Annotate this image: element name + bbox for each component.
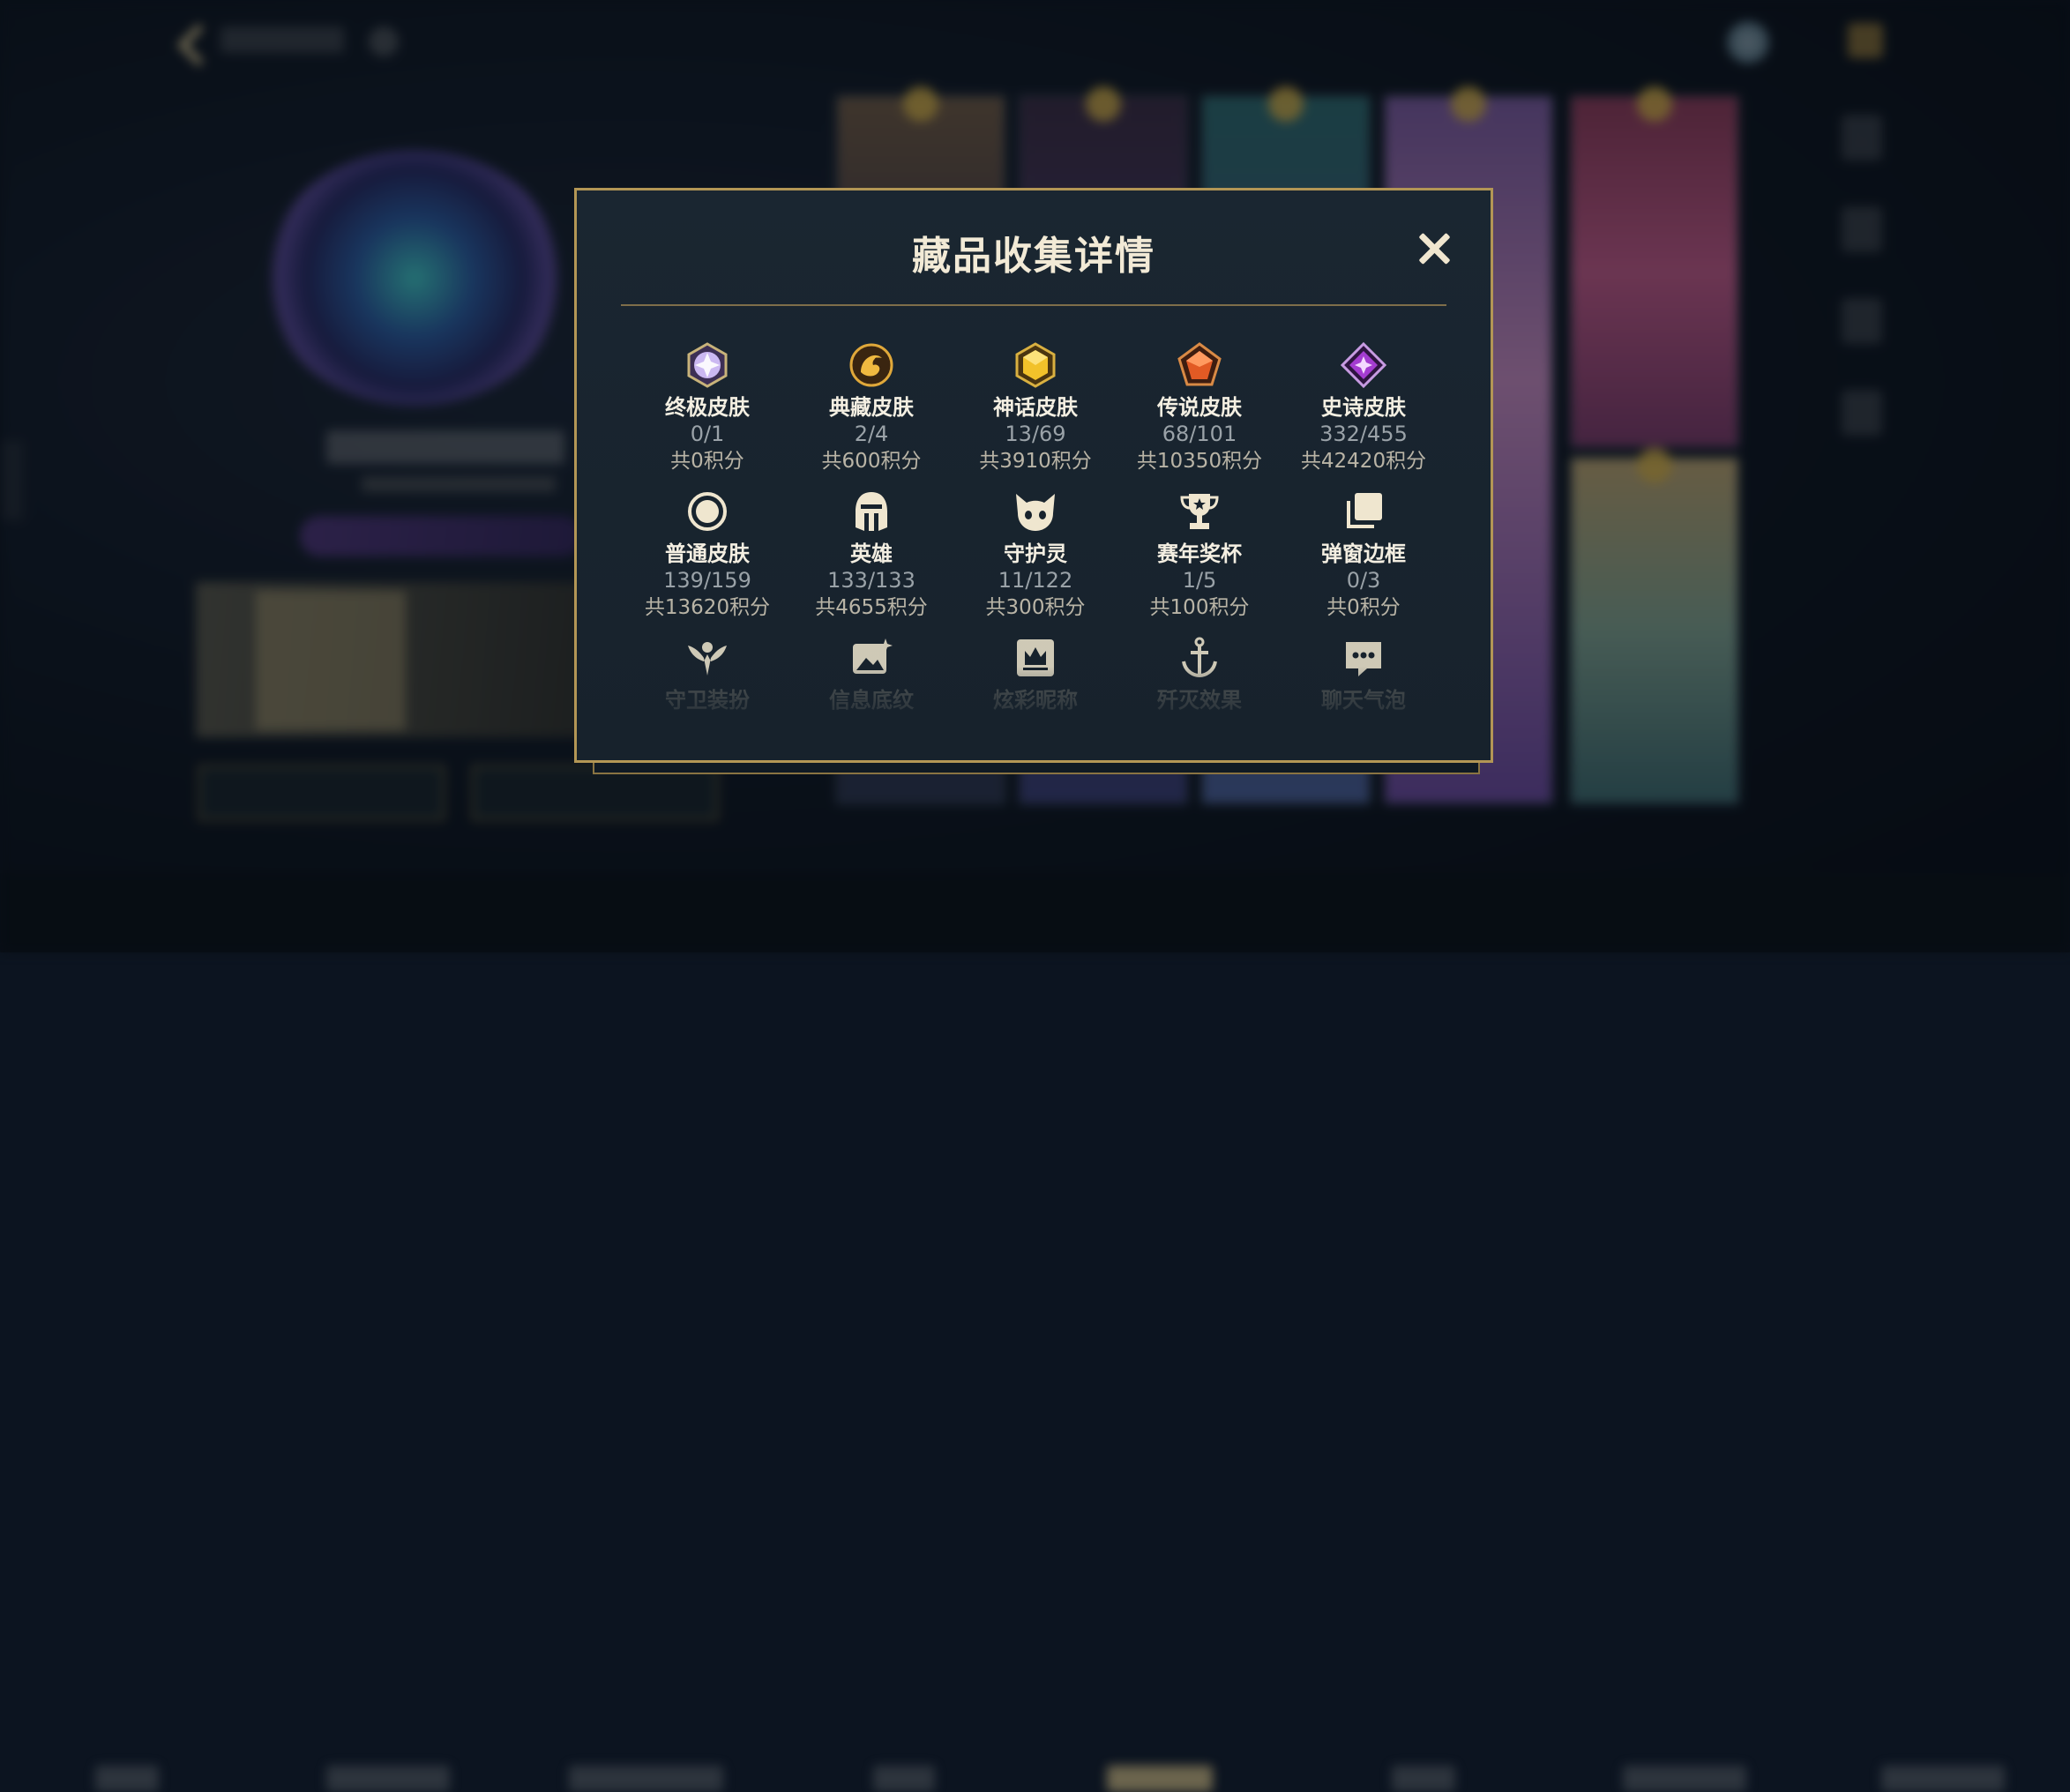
collection-item-season-trophy[interactable]: 赛年奖杯 1/5 共100积分	[1117, 489, 1282, 622]
bottom-tab[interactable]	[569, 1766, 723, 1792]
collection-item-epic-skin[interactable]: 史诗皮肤 332/455 共42420积分	[1282, 341, 1446, 475]
trophy-icon	[1177, 489, 1222, 534]
helmet-icon	[848, 489, 894, 534]
item-label: 聊天气泡	[1321, 688, 1406, 713]
item-points: 共13620积分	[644, 596, 771, 619]
bottom-tab[interactable]	[873, 1766, 935, 1792]
guardian-wings-icon	[684, 635, 730, 681]
item-label: 炫彩昵称	[993, 688, 1078, 713]
bottom-tab-active[interactable]	[1107, 1766, 1213, 1792]
collection-item-popup-frame[interactable]: 弹窗边框 0/3 共0积分	[1282, 489, 1446, 622]
bottom-tab[interactable]	[1392, 1766, 1455, 1792]
item-label: 终极皮肤	[665, 395, 750, 420]
item-points: 共0积分	[1326, 596, 1401, 619]
dragon-emblem-icon	[848, 342, 894, 388]
anchor-icon	[1177, 635, 1222, 681]
item-points: 共10350积分	[1136, 450, 1263, 473]
item-count: 1/5	[1182, 568, 1217, 593]
bottom-tab[interactable]	[1623, 1766, 1746, 1792]
item-points: 共300积分	[985, 596, 1086, 619]
item-count: 0/3	[1346, 568, 1381, 593]
item-count: 2/4	[854, 422, 889, 446]
mythic-gem-icon	[1013, 342, 1058, 388]
item-count: 139/159	[663, 568, 751, 593]
item-label: 守卫装扮	[665, 688, 750, 713]
item-count: 133/133	[827, 568, 915, 593]
item-points: 共4655积分	[815, 596, 928, 619]
epic-gem-icon	[1340, 341, 1387, 389]
item-label: 信息底纹	[829, 688, 914, 713]
collection-item-ultimate-skin[interactable]: 终极皮肤 0/1 共0积分	[625, 342, 789, 475]
item-label: 史诗皮肤	[1321, 395, 1406, 420]
close-icon[interactable]	[1415, 229, 1453, 268]
bottom-tab[interactable]	[95, 1766, 159, 1792]
item-count: 0/1	[690, 422, 725, 446]
item-label: 弹窗边框	[1321, 541, 1406, 566]
item-count: 332/455	[1319, 422, 1408, 446]
item-count: 13/69	[1005, 422, 1066, 446]
collection-item-chat-bubble[interactable]: 聊天气泡	[1282, 635, 1446, 713]
collection-item-kill-effect[interactable]: 歼灭效果	[1117, 635, 1282, 713]
title-divider	[621, 304, 1446, 306]
cat-spirit-icon	[1013, 489, 1058, 534]
ultimate-gem-icon	[684, 342, 730, 388]
collection-item-legendary-skin[interactable]: 传说皮肤 68/101 共10350积分	[1117, 342, 1282, 475]
collection-item-normal-skin[interactable]: 普通皮肤 139/159 共13620积分	[625, 489, 789, 622]
collection-details-dialog: 藏品收集详情 终极皮肤 0/1 共0积分 典藏皮肤 2/4 共600积分 神话皮…	[574, 188, 1493, 763]
item-label: 神话皮肤	[993, 395, 1078, 420]
item-count: 11/122	[998, 568, 1073, 593]
image-sparkle-icon	[848, 635, 894, 681]
item-label: 赛年奖杯	[1157, 541, 1242, 566]
legend-gem-icon	[1177, 342, 1222, 388]
item-points: 共0积分	[670, 450, 744, 473]
circle-icon	[684, 489, 730, 534]
item-points: 共42420积分	[1300, 450, 1427, 473]
collection-item-colorful-nickname[interactable]: 炫彩昵称	[953, 635, 1117, 713]
item-label: 普通皮肤	[665, 541, 750, 566]
collection-item-guardian-spirit[interactable]: 守护灵 11/122 共300积分	[953, 489, 1117, 622]
collection-item-guard-outfit[interactable]: 守卫装扮	[625, 635, 789, 713]
item-label: 守护灵	[1004, 541, 1067, 566]
collection-item-hero[interactable]: 英雄 133/133 共4655积分	[789, 489, 953, 622]
item-points: 共3910积分	[979, 450, 1092, 473]
bottom-tab[interactable]	[326, 1766, 450, 1792]
item-count: 68/101	[1162, 422, 1237, 446]
collection-item-mythic-skin[interactable]: 神话皮肤 13/69 共3910积分	[953, 342, 1117, 475]
dialog-title: 藏品收集详情	[912, 234, 1155, 279]
item-label: 歼灭效果	[1157, 688, 1242, 713]
collection-item-info-background[interactable]: 信息底纹	[789, 635, 953, 713]
crown-nameplate-icon	[1013, 635, 1058, 681]
collection-item-collector-skin[interactable]: 典藏皮肤 2/4 共600积分	[789, 342, 953, 475]
stacked-frames-icon	[1341, 489, 1386, 534]
item-label: 英雄	[850, 541, 893, 566]
item-points: 共100积分	[1149, 596, 1250, 619]
chat-bubble-icon	[1341, 635, 1386, 681]
item-label: 典藏皮肤	[829, 395, 914, 420]
item-points: 共600积分	[821, 450, 922, 473]
bottom-tab[interactable]	[1881, 1766, 2005, 1792]
item-label: 传说皮肤	[1157, 395, 1242, 420]
